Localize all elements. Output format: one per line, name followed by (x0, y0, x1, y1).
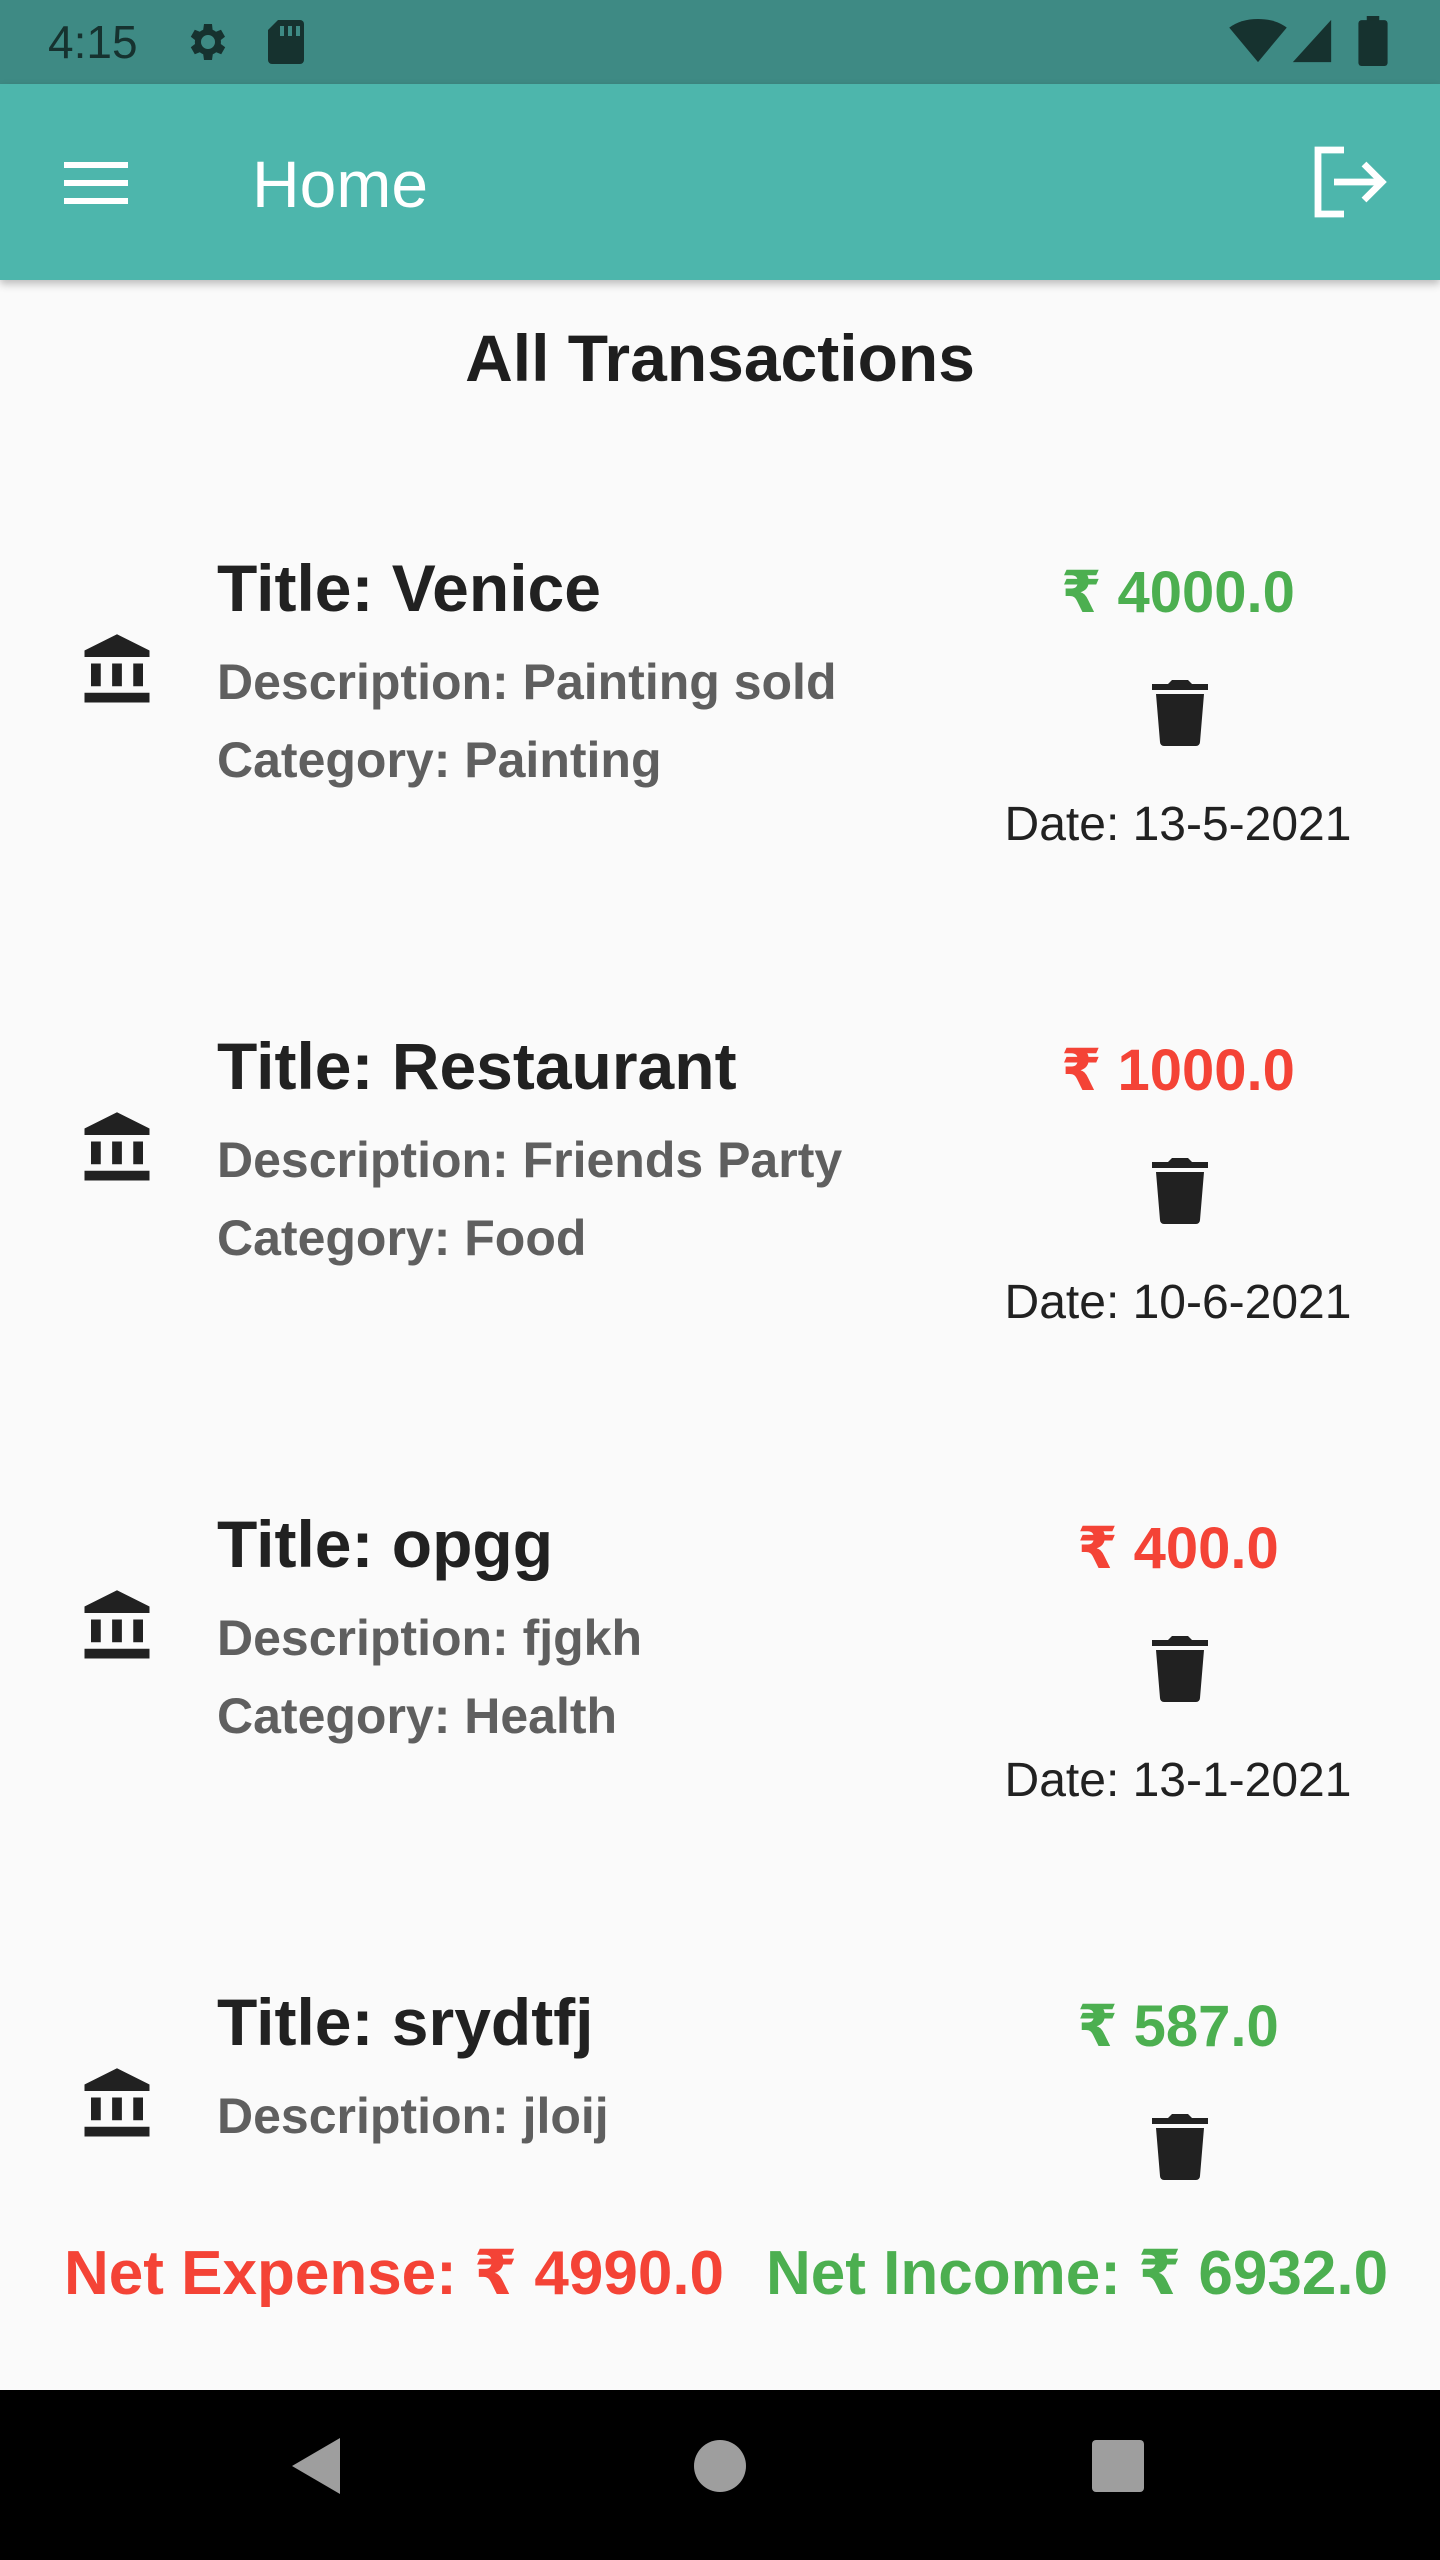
net-expense: Net Expense: ₹ 4990.0 (64, 2239, 725, 2308)
battery-icon (1358, 16, 1388, 66)
transaction-description: Description: Friends Party (217, 1132, 843, 1188)
totals-footer: Net Expense: ₹ 4990.0 Net Income: ₹ 6932… (0, 2180, 1440, 2390)
page-title: Home (252, 147, 429, 221)
status-time: 4:15 (48, 16, 138, 68)
cell-signal-icon (1292, 19, 1332, 63)
transaction-item[interactable]: Title: opgg Description: fjgkh Category:… (0, 1396, 1440, 1874)
bank-icon (84, 1590, 150, 1659)
transaction-item[interactable]: Title: Restaurant Description: Friends P… (0, 918, 1440, 1396)
menu-icon[interactable] (56, 150, 136, 214)
transaction-list[interactable]: Title: Venice Description: Painting sold… (0, 440, 1440, 2180)
sd-card-icon (268, 20, 304, 64)
transaction-title: Title: Restaurant (217, 1029, 737, 1103)
section-heading: All Transactions (465, 321, 975, 395)
transaction-description: Description: jloij (217, 2088, 609, 2144)
recents-icon[interactable] (1090, 2438, 1146, 2494)
net-income: Net Income: ₹ 6932.0 (766, 2239, 1389, 2308)
transaction-category: Category: Food (217, 1210, 587, 1266)
transaction-category: Category: Health (217, 1688, 618, 1744)
transaction-category: Category: Painting (217, 732, 662, 788)
delete-icon[interactable] (1152, 678, 1208, 746)
transaction-item[interactable]: Title: srydtfj Description: jloij ₹ 587.… (0, 1874, 1440, 2180)
transaction-amount: ₹ 1000.0 (1061, 1038, 1295, 1103)
transaction-amount: ₹ 4000.0 (1061, 560, 1295, 625)
bank-icon (84, 634, 150, 703)
transaction-description: Description: fjgkh (217, 1610, 643, 1666)
delete-icon[interactable] (1152, 1634, 1208, 1702)
transaction-title: Title: srydtfj (217, 1985, 594, 2059)
transaction-title: Title: Venice (217, 551, 601, 625)
back-icon[interactable] (288, 2434, 344, 2498)
wifi-icon (1229, 18, 1287, 63)
bank-icon (84, 2068, 150, 2137)
status-bar: 4:15 (0, 0, 1440, 84)
app-bar: Home (0, 84, 1440, 280)
transaction-amount: ₹ 587.0 (1077, 1994, 1279, 2059)
transaction-title: Title: opgg (217, 1507, 554, 1581)
delete-icon[interactable] (1152, 1156, 1208, 1224)
system-nav-bar (0, 2390, 1440, 2560)
delete-icon[interactable] (1152, 2112, 1208, 2180)
home-icon[interactable] (692, 2438, 748, 2494)
transaction-date: Date: 13-5-2021 (1004, 798, 1352, 851)
transaction-item[interactable]: Title: Venice Description: Painting sold… (0, 440, 1440, 918)
logout-icon[interactable] (1308, 144, 1392, 220)
transaction-amount: ₹ 400.0 (1077, 1516, 1279, 1581)
gear-icon (190, 24, 226, 60)
bank-icon (84, 1112, 150, 1181)
transaction-date: Date: 13-1-2021 (1004, 1754, 1352, 1807)
transaction-description: Description: Painting sold (217, 654, 837, 710)
transaction-date: Date: 10-6-2021 (1004, 1276, 1352, 1329)
